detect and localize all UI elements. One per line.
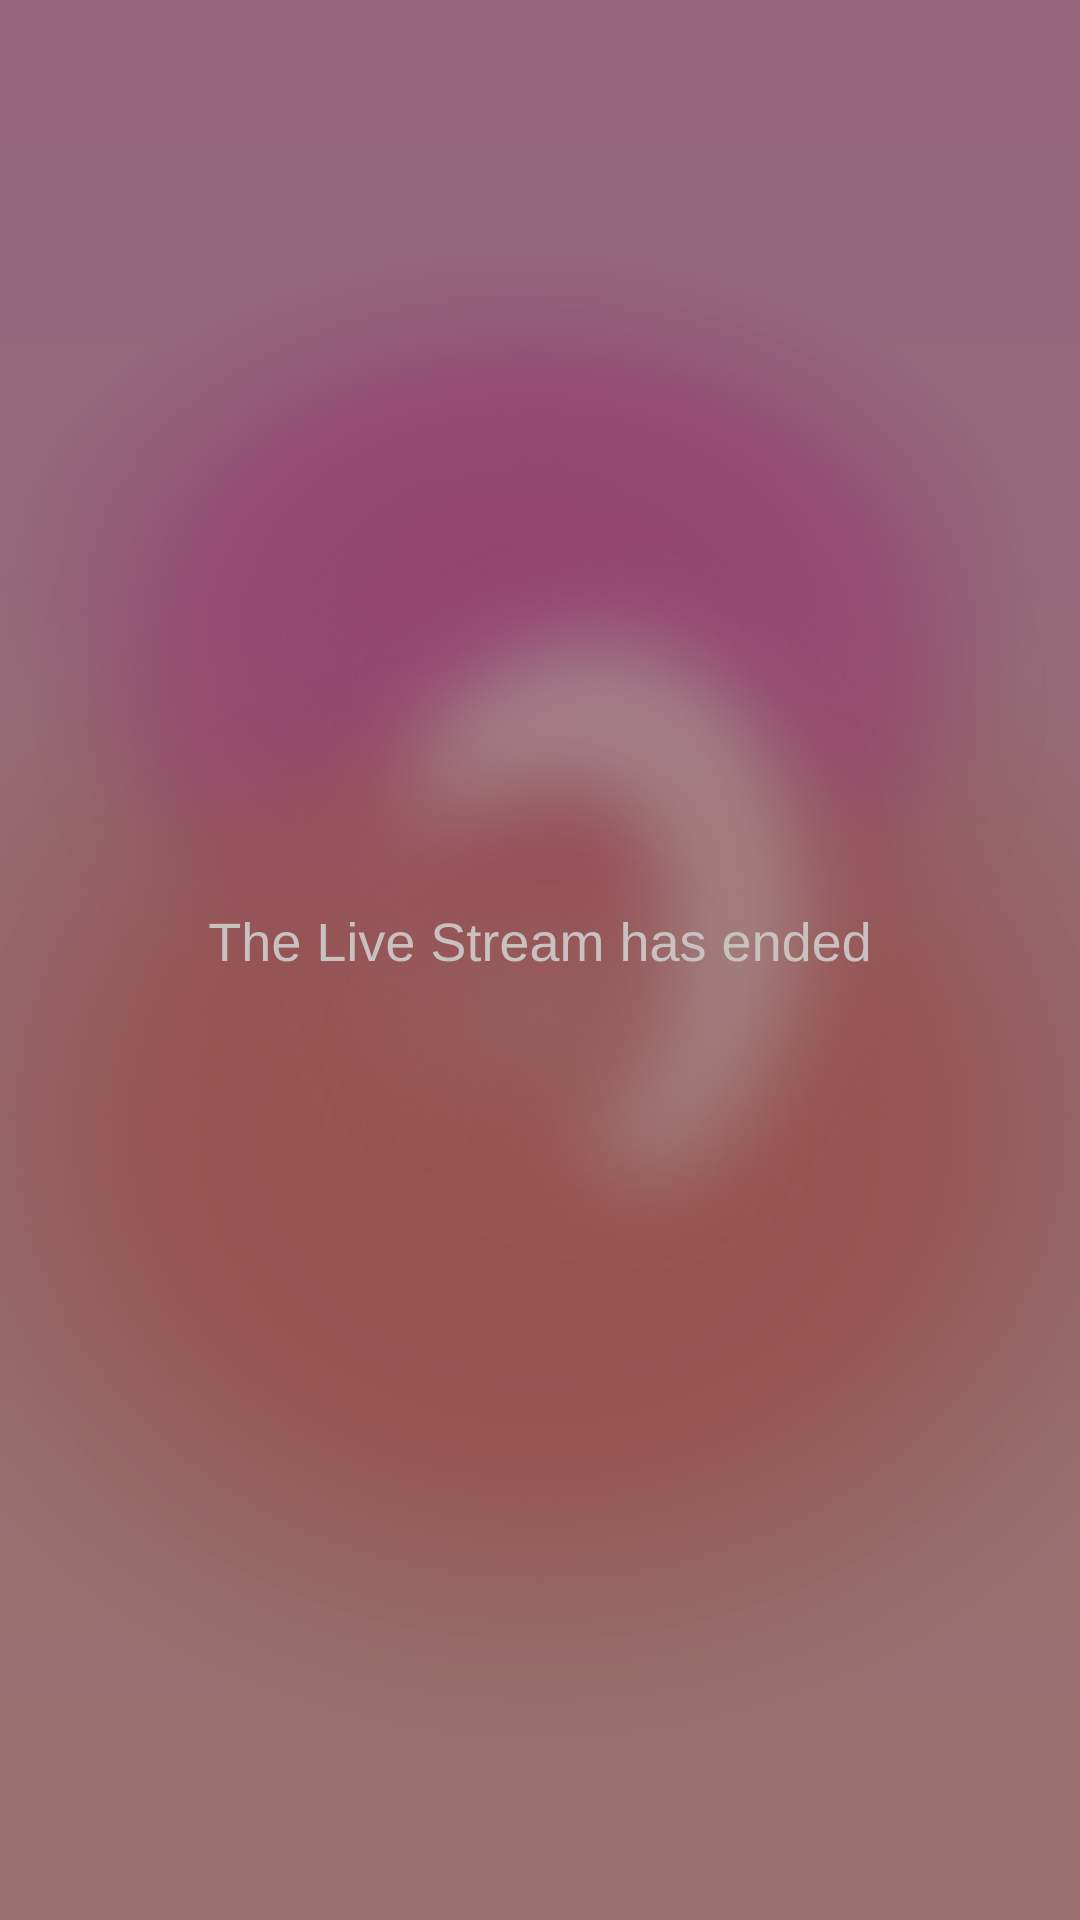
stream-ended-message: The Live Stream has ended	[208, 913, 872, 973]
blurred-inner-shape	[360, 860, 720, 1160]
stream-ended-container: The Live Stream has ended	[0, 910, 1080, 976]
